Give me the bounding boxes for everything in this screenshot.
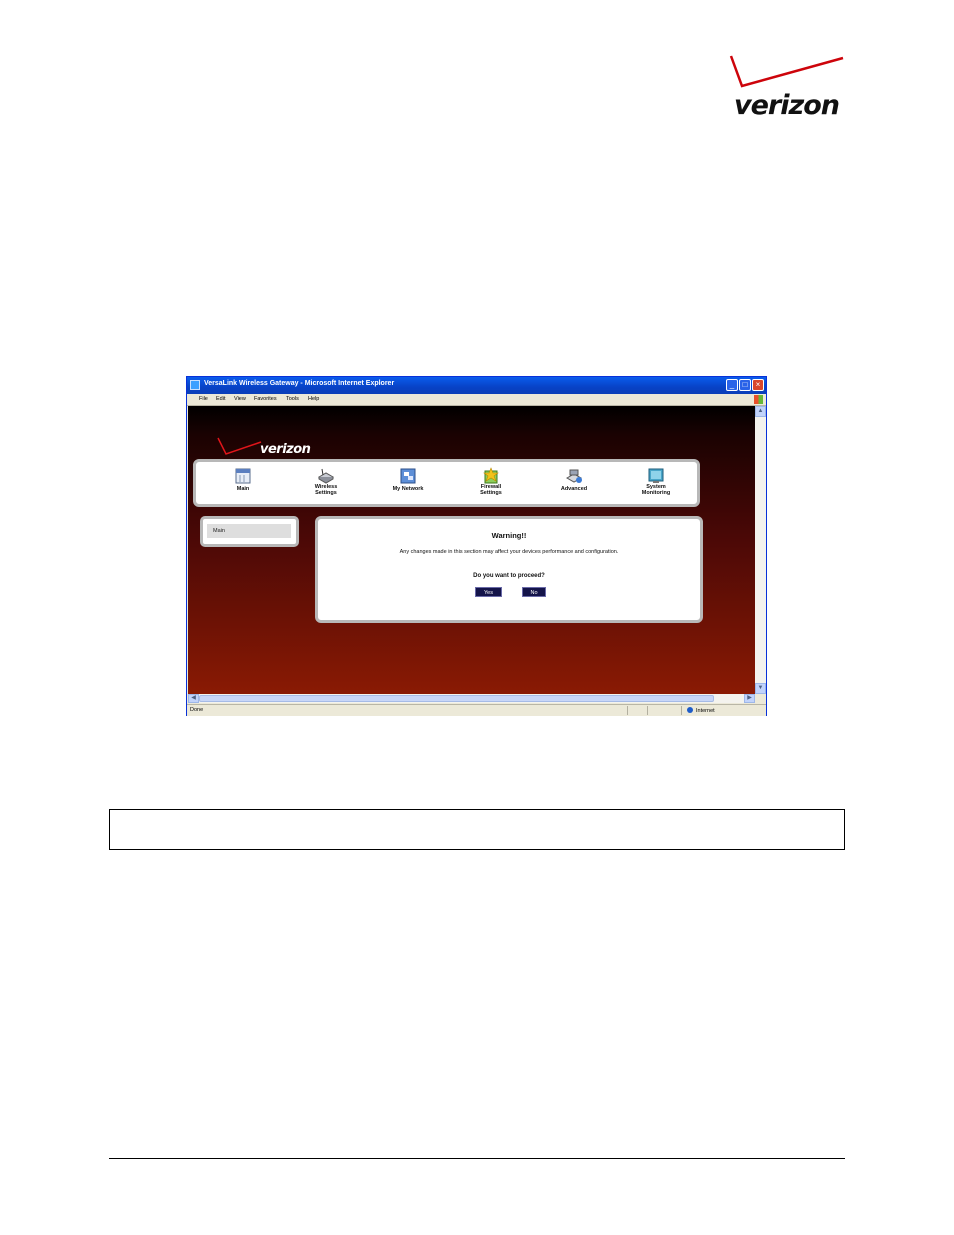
router-icon bbox=[317, 468, 335, 484]
windows-flag-icon bbox=[754, 395, 763, 404]
status-text: Done bbox=[190, 707, 204, 713]
status-separator bbox=[647, 706, 648, 715]
status-bar: Done Internet bbox=[187, 704, 766, 716]
maximize-icon: □ bbox=[742, 380, 748, 389]
proceed-question: Do you want to proceed? bbox=[473, 573, 545, 579]
close-icon: × bbox=[755, 380, 761, 389]
tools-icon bbox=[565, 469, 583, 483]
note-box bbox=[109, 809, 845, 850]
nav-wireless-settings[interactable]: Wireless Settings bbox=[296, 465, 356, 505]
horizontal-scroll-thumb[interactable] bbox=[199, 695, 714, 702]
firewall-icon bbox=[483, 467, 499, 484]
nav-main-label: Main bbox=[236, 486, 250, 492]
nav-advanced[interactable]: Advanced bbox=[544, 465, 604, 505]
globe-icon bbox=[687, 707, 693, 713]
scroll-left-button[interactable]: ◀ bbox=[188, 694, 199, 703]
status-zone: Internet bbox=[687, 707, 715, 714]
network-icon bbox=[400, 468, 416, 484]
horizontal-scrollbar[interactable]: ◀ ▶ bbox=[188, 694, 755, 703]
warning-title: Warning!! bbox=[491, 531, 527, 540]
page-verizon-logo: verizon bbox=[216, 436, 326, 460]
menu-bar: File Edit View Favorites Tools Help bbox=[187, 394, 766, 406]
scroll-down-button[interactable]: ▼ bbox=[755, 683, 766, 694]
menu-file[interactable]: File bbox=[199, 396, 208, 402]
nav-my-network[interactable]: My Network bbox=[378, 465, 438, 505]
menu-favorites[interactable]: Favorites bbox=[254, 396, 277, 402]
status-separator bbox=[627, 706, 628, 715]
window-title: VersaLink Wireless Gateway - Microsoft I… bbox=[204, 380, 395, 387]
document-logo-text: verizon bbox=[734, 90, 840, 121]
yes-button[interactable]: Yes bbox=[475, 587, 502, 597]
arrow-down-icon: ▼ bbox=[757, 685, 764, 691]
warning-panel: Warning!! Any changes made in this secti… bbox=[315, 516, 703, 623]
title-bar[interactable]: VersaLink Wireless Gateway - Microsoft I… bbox=[187, 377, 766, 394]
minimize-icon: _ bbox=[729, 380, 735, 389]
vertical-scrollbar[interactable]: ▲ ▼ bbox=[755, 406, 766, 694]
footer-rule bbox=[109, 1158, 845, 1159]
arrow-right-icon: ▶ bbox=[747, 695, 752, 701]
status-separator bbox=[681, 706, 682, 715]
nav-my-network-label: My Network bbox=[392, 486, 424, 492]
arrow-left-icon: ◀ bbox=[191, 695, 196, 701]
page-viewport: verizon Main Wireless Settings My Networ… bbox=[188, 406, 755, 694]
nav-wireless-settings-label: Wireless Settings bbox=[314, 484, 338, 496]
browser-window: VersaLink Wireless Gateway - Microsoft I… bbox=[186, 376, 767, 716]
nav-main[interactable]: Main bbox=[213, 465, 273, 505]
status-zone-label: Internet bbox=[696, 708, 715, 714]
scroll-right-button[interactable]: ▶ bbox=[744, 694, 755, 703]
menu-view[interactable]: View bbox=[234, 396, 246, 402]
nav-firewall-settings[interactable]: Firewall Settings bbox=[461, 465, 521, 505]
nav-system-monitoring[interactable]: System Monitoring bbox=[626, 465, 686, 505]
close-button[interactable]: × bbox=[752, 379, 764, 391]
monitor-icon bbox=[648, 468, 664, 483]
nav-firewall-settings-label: Firewall Settings bbox=[480, 484, 502, 496]
page-logo-text: verizon bbox=[260, 442, 311, 457]
arrow-up-icon: ▲ bbox=[757, 408, 764, 414]
menu-edit[interactable]: Edit bbox=[216, 396, 225, 402]
verizon-check-mark-icon bbox=[729, 55, 844, 88]
menu-tools[interactable]: Tools bbox=[286, 396, 299, 402]
no-button[interactable]: No bbox=[522, 587, 546, 597]
nav-advanced-label: Advanced bbox=[560, 486, 588, 492]
minimize-button[interactable]: _ bbox=[726, 379, 738, 391]
main-navigation: Main Wireless Settings My Network Firewa… bbox=[193, 459, 700, 507]
ie-icon bbox=[190, 380, 200, 390]
menu-help[interactable]: Help bbox=[308, 396, 319, 402]
document-verizon-logo: verizon bbox=[728, 52, 846, 122]
maximize-button[interactable]: □ bbox=[739, 379, 751, 391]
side-menu-item-main[interactable]: Main bbox=[207, 524, 291, 538]
calendar-icon bbox=[235, 468, 251, 484]
nav-system-monitoring-label: System Monitoring bbox=[641, 484, 671, 496]
side-menu: Main bbox=[200, 516, 299, 547]
warning-message: Any changes made in this section may aff… bbox=[399, 549, 619, 555]
scroll-up-button[interactable]: ▲ bbox=[755, 406, 766, 417]
